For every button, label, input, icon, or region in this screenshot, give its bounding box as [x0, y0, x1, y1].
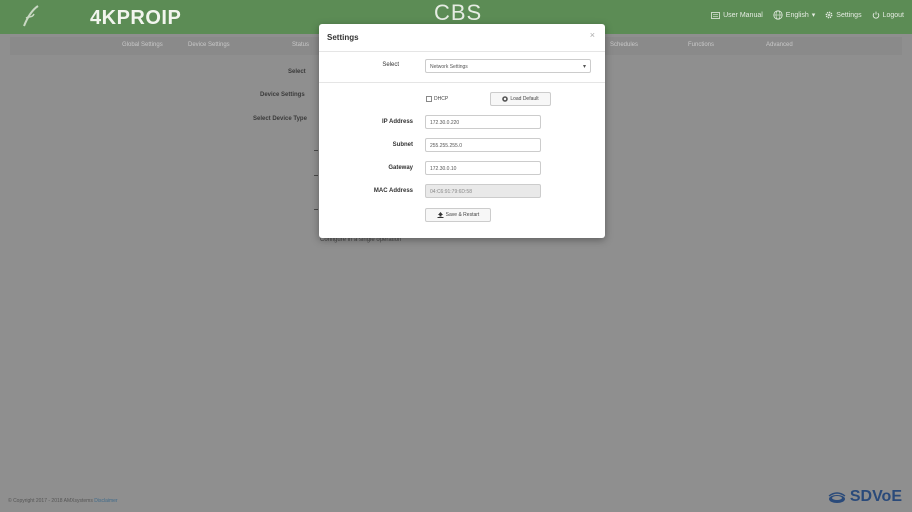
subnet-label: Subnet — [392, 142, 413, 148]
mac-address-field: 04:C6:91:79:6D:58 — [425, 184, 541, 198]
copyright-text: © Copyright 2017 - 2018 AMXsystems — [8, 498, 93, 504]
gateway-label: Gateway — [388, 165, 413, 171]
dhcp-label: DHCP — [434, 96, 449, 102]
bg-dash-3 — [314, 209, 318, 210]
logo-icon — [23, 5, 39, 27]
modal-divider — [319, 51, 605, 52]
logout-link[interactable]: Logout — [872, 11, 904, 19]
subnet-input[interactable]: 255.255.255.0 — [425, 138, 541, 152]
user-manual-link[interactable]: User Manual — [711, 12, 763, 19]
settings-modal: Settings × Select Network Settings ▾ DHC… — [319, 24, 605, 238]
disclaimer-link[interactable]: Disclaimer — [94, 498, 117, 504]
logout-label: Logout — [882, 11, 904, 19]
select-value: Network Settings — [430, 64, 468, 70]
nav-advanced[interactable]: Advanced — [766, 42, 793, 48]
modal-divider-2 — [319, 82, 605, 83]
manual-icon — [711, 11, 721, 19]
sdvoe-logo-text: SDVoE — [849, 488, 902, 505]
language-dropdown[interactable]: English ▾ — [773, 10, 815, 20]
select-label: Select — [382, 62, 399, 68]
nav-status[interactable]: Status — [292, 42, 309, 48]
bg-device-settings-label: Device Settings — [260, 92, 305, 98]
save-restart-label: Save & Restart — [445, 212, 480, 218]
settings-link[interactable]: Settings — [825, 11, 862, 19]
modal-title: Settings — [327, 33, 359, 42]
globe-icon — [773, 10, 783, 20]
language-label: English — [785, 11, 809, 19]
refresh-icon — [502, 96, 509, 102]
bg-dash-2 — [314, 175, 318, 176]
power-icon — [872, 11, 879, 19]
bg-dash-1 — [314, 150, 318, 151]
gear-icon — [825, 11, 833, 19]
bg-select-label: Select — [288, 69, 306, 75]
nav-device-settings[interactable]: Device Settings — [188, 42, 230, 48]
chevron-down-icon: ▾ — [582, 64, 586, 70]
mac-address-label: MAC Address — [373, 188, 413, 194]
nav-schedules[interactable]: Schedules — [610, 42, 638, 48]
dhcp-option[interactable]: DHCP — [426, 96, 448, 102]
caret-down-icon: ▾ — [811, 12, 816, 19]
header-actions: User Manual English ▾ Settings Logout — [711, 10, 904, 20]
gateway-input[interactable]: 172.30.0.10 — [425, 161, 541, 175]
settings-label: Settings — [836, 11, 862, 19]
load-default-button[interactable]: Load Default — [490, 92, 551, 106]
close-icon[interactable]: × — [590, 30, 595, 40]
footer-logo: SDVoE — [828, 488, 902, 506]
user-manual-label: User Manual — [723, 11, 763, 19]
footer-copyright: © Copyright 2017 - 2018 AMXsystems Discl… — [8, 498, 118, 504]
dhcp-checkbox[interactable] — [426, 96, 432, 102]
save-restart-button[interactable]: Save & Restart — [425, 208, 491, 222]
ip-address-label: IP Address — [381, 119, 413, 125]
brand-name: 4KPROIP — [90, 7, 182, 29]
sdvoe-logo-icon — [828, 492, 846, 503]
settings-type-select[interactable]: Network Settings ▾ — [425, 59, 591, 73]
load-default-label: Load Default — [510, 96, 539, 102]
ip-address-input[interactable]: 172.30.0.220 — [425, 115, 541, 129]
nav-functions[interactable]: Functions — [688, 42, 714, 48]
nav-global-settings[interactable]: Global Settings — [122, 42, 163, 48]
app-title: CBS — [434, 0, 483, 25]
upload-icon — [437, 212, 444, 218]
bg-select-device-type-label: Select Device Type — [253, 116, 307, 122]
